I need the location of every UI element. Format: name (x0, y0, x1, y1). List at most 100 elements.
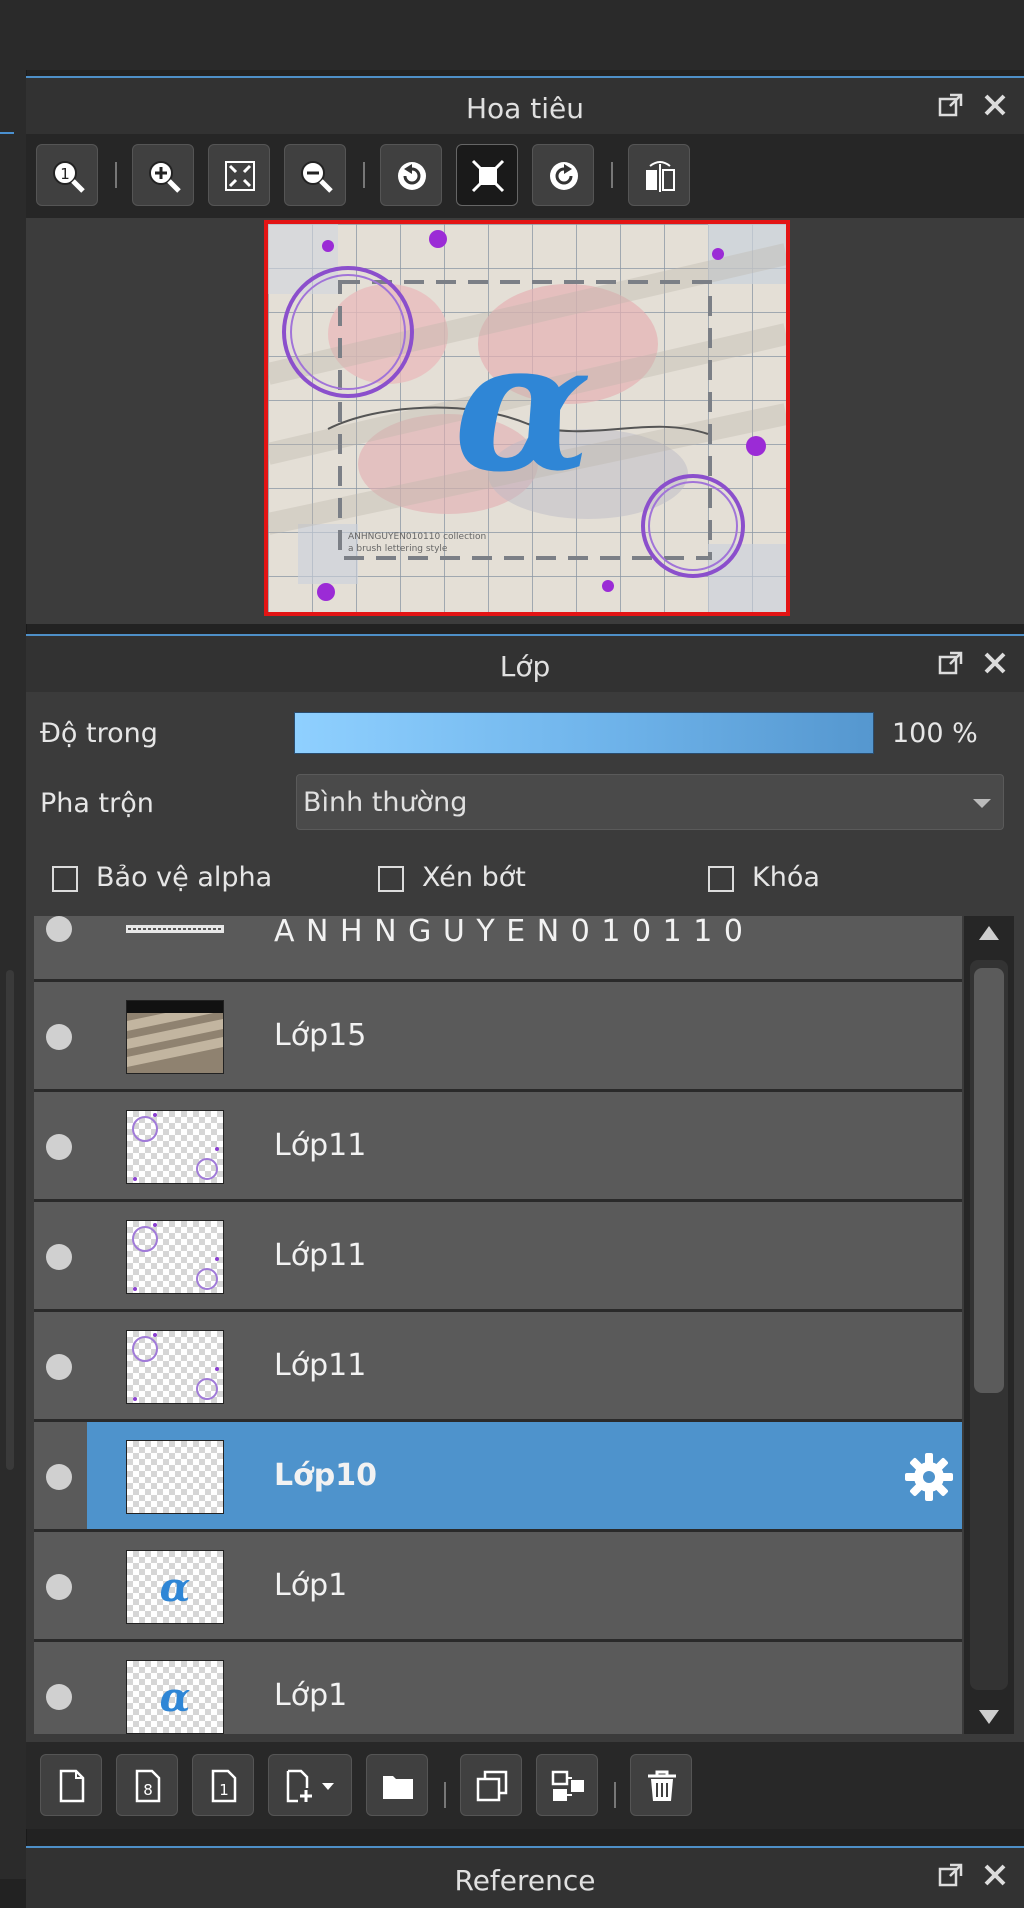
merge-down-icon[interactable] (536, 1754, 598, 1816)
layer-thumbnail: α (126, 1550, 224, 1624)
visibility-icon[interactable] (46, 1244, 72, 1270)
layer-row[interactable]: α Lớp1 (34, 1642, 962, 1734)
left-dock-scrollbar[interactable] (6, 970, 14, 1470)
layer-thumbnail (126, 1220, 224, 1294)
svg-text:8: 8 (143, 1781, 153, 1799)
top-toolbar-area (0, 0, 1024, 70)
navigator-view[interactable]: α ANHNGUYEN010110 collection a brush let… (26, 218, 1024, 624)
layer-name: Lớp1 (274, 1678, 348, 1713)
left-dock-indicator (0, 132, 14, 134)
zoom-out-icon[interactable] (284, 144, 346, 206)
navigator-toolbar: 1 (26, 134, 1024, 218)
visibility-icon[interactable] (46, 1134, 72, 1160)
fit-screen-icon[interactable] (208, 144, 270, 206)
reference-panel-header: Reference (26, 1846, 1024, 1908)
blend-mode-value: Bình thường (303, 787, 468, 818)
left-dock-strip (0, 70, 27, 1879)
rotate-right-icon[interactable] (532, 144, 594, 206)
clipping-checkbox[interactable] (378, 866, 404, 892)
visibility-icon[interactable] (46, 1464, 72, 1490)
new-8bit-layer-icon[interactable]: 8 (116, 1754, 178, 1816)
svg-text:α: α (454, 301, 593, 512)
lock-checkbox[interactable] (708, 866, 734, 892)
protect-alpha-label: Bảo vệ alpha (96, 862, 273, 893)
navigator-title: Hoa tiêu (466, 92, 584, 125)
undock-icon[interactable] (938, 1862, 964, 1888)
fit-canvas-icon[interactable] (456, 144, 518, 206)
layer-name: A N H N G U Y E N 0 1 0 1 1 0 (274, 916, 744, 949)
trash-icon[interactable] (630, 1754, 692, 1816)
layer-list: A N H N G U Y E N 0 1 0 1 1 0 Lớp15 Lớp1… (34, 916, 962, 1734)
undock-icon[interactable] (938, 92, 964, 118)
layer-name: Lớp11 (274, 1348, 367, 1383)
folder-icon[interactable] (366, 1754, 428, 1816)
scroll-thumb[interactable] (974, 968, 1004, 1393)
layer-thumbnail (126, 1000, 224, 1074)
flip-horizontal-icon[interactable] (628, 144, 690, 206)
layer-row[interactable]: α Lớp1 (34, 1532, 962, 1642)
undock-icon[interactable] (938, 650, 964, 676)
rotate-left-icon[interactable] (380, 144, 442, 206)
lock-label: Khóa (752, 862, 820, 893)
layer-row[interactable]: A N H N G U Y E N 0 1 0 1 1 0 (34, 916, 962, 982)
svg-text:α: α (160, 1674, 191, 1721)
toolbar-separator (444, 1782, 446, 1808)
layer-thumbnail: α (126, 1660, 224, 1734)
layer-toolbar: 8 1 (26, 1742, 1024, 1829)
scroll-up-icon[interactable] (979, 926, 999, 940)
clipping-label: Xén bớt (422, 862, 526, 893)
layer-name: Lớp10 (274, 1458, 377, 1493)
new-layer-icon[interactable] (40, 1754, 102, 1816)
visibility-icon[interactable] (46, 1574, 72, 1600)
layer-name: Lớp15 (274, 1018, 367, 1053)
svg-text:a brush lettering style: a brush lettering style (348, 544, 448, 554)
visibility-icon[interactable] (46, 1684, 72, 1710)
layer-row[interactable]: Lớp15 (34, 982, 962, 1092)
new-1bit-layer-icon[interactable]: 1 (192, 1754, 254, 1816)
navigator-panel: Hoa tiêu 1 α ANHNGUYEN010110 collection … (26, 76, 1024, 624)
visibility-icon[interactable] (46, 1024, 72, 1050)
layer-thumbnail (126, 1440, 224, 1514)
svg-text:1: 1 (60, 165, 70, 183)
layer-panel-header: Lớp (26, 634, 1024, 692)
close-icon[interactable] (982, 1862, 1008, 1888)
layer-thumbnail (126, 916, 224, 942)
layer-name: Lớp11 (274, 1128, 367, 1163)
layer-list-scrollbar[interactable] (964, 916, 1014, 1734)
zoom-actual-icon[interactable]: 1 (36, 144, 98, 206)
zoom-in-icon[interactable] (132, 144, 194, 206)
visibility-icon[interactable] (46, 916, 72, 942)
layer-thumbnail (126, 1110, 224, 1184)
protect-alpha-checkbox[interactable] (52, 866, 78, 892)
duplicate-layer-icon[interactable] (460, 1754, 522, 1816)
blend-mode-select[interactable]: Bình thường (296, 774, 1004, 830)
add-layer-menu-icon[interactable] (268, 1754, 352, 1816)
layer-name: Lớp1 (274, 1568, 348, 1603)
visibility-icon[interactable] (46, 1354, 72, 1380)
opacity-slider[interactable] (294, 712, 874, 754)
layer-panel: Lớp Độ trong 100 % Pha trộn Bình thường … (26, 634, 1024, 1829)
toolbar-separator (614, 1782, 616, 1808)
toolbar-separator (363, 162, 365, 188)
toolbar-separator (115, 162, 117, 188)
layer-row[interactable]: Lớp11 (34, 1202, 962, 1312)
canvas-artwork: α ANHNGUYEN010110 collection a brush let… (268, 224, 786, 612)
close-icon[interactable] (982, 650, 1008, 676)
layer-thumbnail (126, 1330, 224, 1404)
layer-panel-title: Lớp (499, 650, 551, 683)
layer-row-selected[interactable]: Lớp10 (34, 1422, 962, 1532)
navigator-header: Hoa tiêu (26, 76, 1024, 134)
close-icon[interactable] (982, 92, 1008, 118)
toolbar-separator (611, 162, 613, 188)
layer-row[interactable]: Lớp11 (34, 1312, 962, 1422)
layer-row[interactable]: Lớp11 (34, 1092, 962, 1202)
layer-name: Lớp11 (274, 1238, 367, 1273)
svg-text:α: α (160, 1564, 191, 1611)
scroll-down-icon[interactable] (979, 1710, 999, 1724)
gear-icon[interactable] (902, 1450, 956, 1508)
chevron-down-icon (973, 799, 991, 808)
canvas-preview[interactable]: α ANHNGUYEN010110 collection a brush let… (264, 220, 790, 616)
opacity-label: Độ trong (40, 718, 158, 749)
svg-text:1: 1 (219, 1781, 229, 1799)
reference-panel-title: Reference (454, 1864, 596, 1897)
